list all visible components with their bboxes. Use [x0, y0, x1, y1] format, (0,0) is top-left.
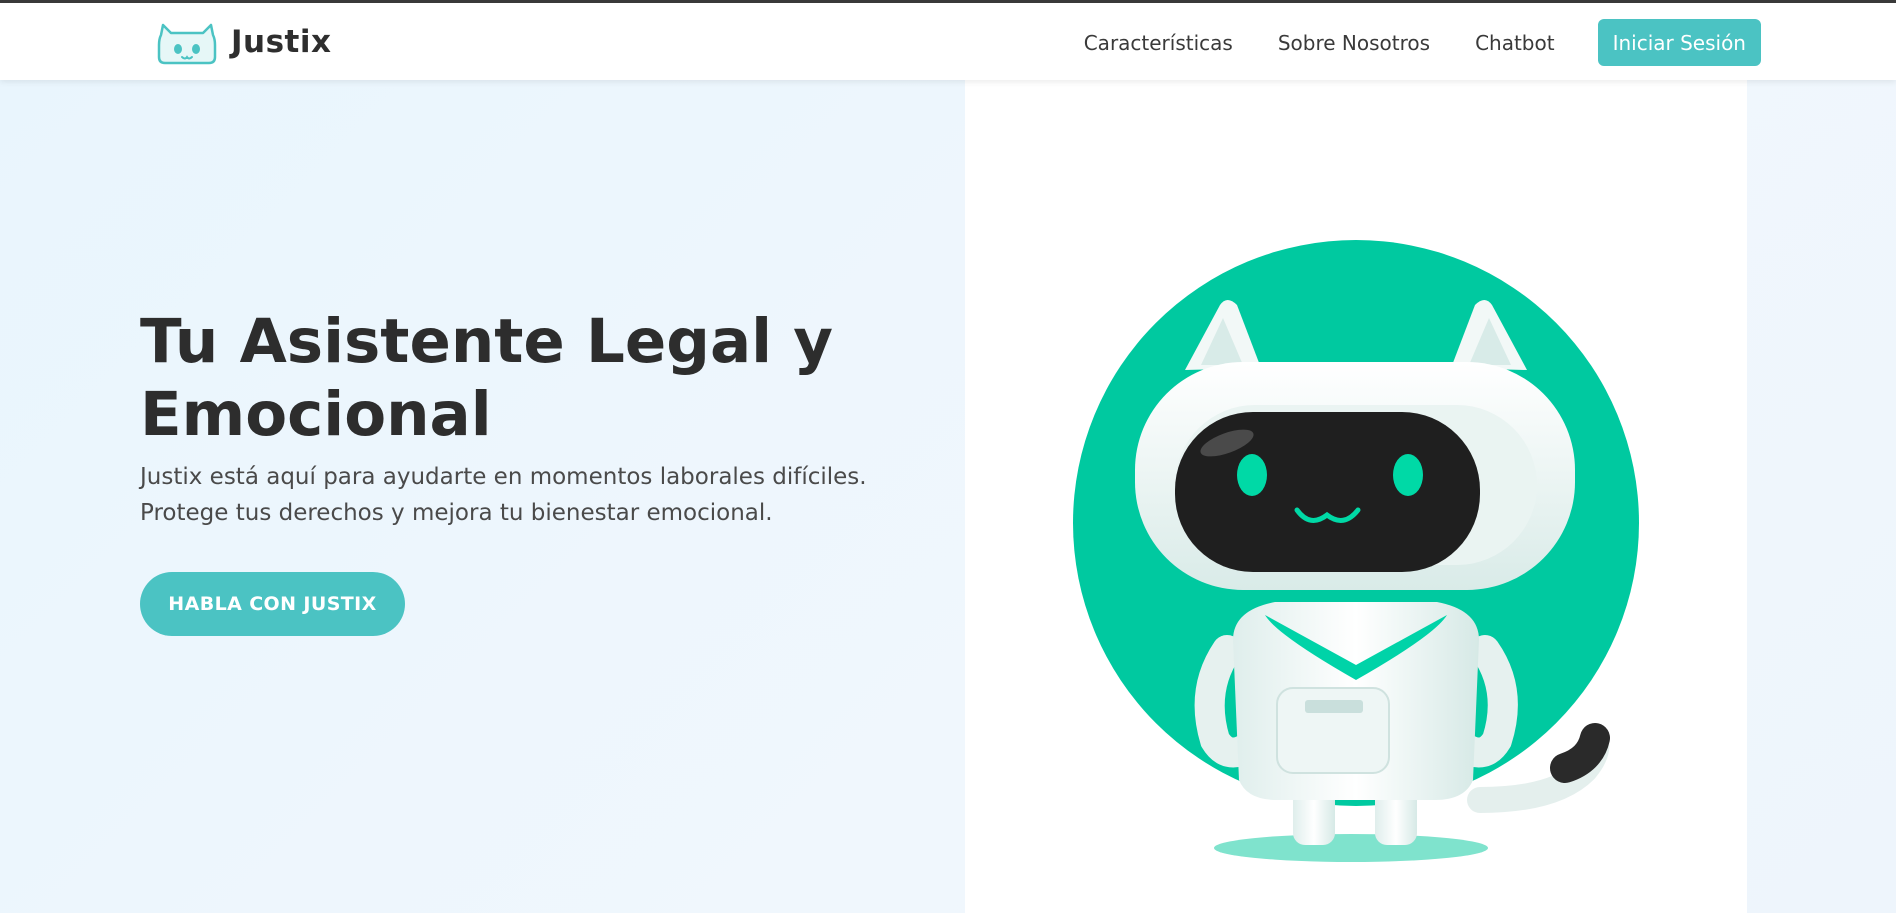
hero-subtitle: Justix está aquí para ayudarte en moment… [140, 459, 920, 531]
login-button[interactable]: Iniciar Sesión [1597, 19, 1761, 66]
hero-title-line2: Emocional [140, 379, 492, 450]
talk-to-justix-button[interactable]: HABLA CON JUSTIX [140, 572, 405, 636]
navbar: Justix Características Sobre Nosotros Ch… [0, 3, 1896, 80]
brand-name: Justix [231, 24, 332, 60]
hero-title-line1: Tu Asistente Legal y [140, 306, 834, 377]
hero-title: Tu Asistente Legal y Emocional [140, 305, 900, 451]
robot-cat-mascot-image [1073, 240, 1639, 862]
nav-link-caracteristicas[interactable]: Características [1084, 31, 1233, 55]
nav-link-sobre-nosotros[interactable]: Sobre Nosotros [1278, 31, 1430, 55]
justix-cat-logo-icon [157, 23, 217, 65]
nav-link-chatbot[interactable]: Chatbot [1475, 31, 1555, 55]
hero-subtitle-line1: Justix está aquí para ayudarte en moment… [140, 464, 867, 490]
brand[interactable]: Justix [157, 19, 332, 65]
hero-subtitle-line2: Protege tus derechos y mejora tu bienest… [140, 500, 773, 526]
main-nav: Características Sobre Nosotros Chatbot I… [1084, 19, 1761, 66]
mascot-illustration [965, 80, 1747, 913]
